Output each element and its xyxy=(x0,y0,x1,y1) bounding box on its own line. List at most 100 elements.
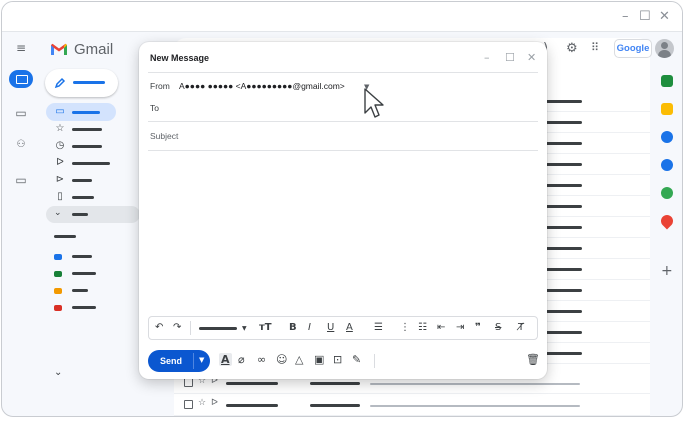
row-checkbox[interactable] xyxy=(184,378,193,387)
emoji-icon[interactable]: ☺ xyxy=(276,353,287,366)
label-name-bar[interactable] xyxy=(72,289,88,292)
label-dot[interactable] xyxy=(54,305,62,311)
row-checkbox[interactable] xyxy=(184,400,193,409)
settings-icon[interactable]: ⚙ xyxy=(566,41,578,56)
nav-item-more[interactable]: ⌄ xyxy=(46,206,140,223)
label-name-bar[interactable] xyxy=(72,255,92,258)
bold-icon[interactable]: B xyxy=(289,322,297,333)
chevron-down-icon: ⌄ xyxy=(54,208,62,218)
label-dot[interactable] xyxy=(54,271,62,277)
app-name: Gmail xyxy=(74,41,114,58)
label-dot[interactable] xyxy=(54,288,62,294)
italic-icon[interactable]: I xyxy=(308,322,311,333)
align-icon[interactable]: ☰ xyxy=(374,322,383,333)
signature-icon[interactable]: ✎ xyxy=(352,353,361,366)
gmail-logo-icon xyxy=(51,43,67,55)
to-field[interactable] xyxy=(169,98,539,118)
snippet-bar xyxy=(546,100,582,103)
quote-icon[interactable]: ❞ xyxy=(475,322,481,333)
snippet-bar xyxy=(546,310,582,313)
label-name-bar[interactable] xyxy=(72,272,96,275)
sender-bar xyxy=(226,404,278,407)
calendar-icon[interactable] xyxy=(661,75,673,87)
strikethrough-icon[interactable]: S xyxy=(495,322,501,333)
contacts-icon[interactable] xyxy=(661,159,673,171)
font-select[interactable] xyxy=(199,327,237,330)
underline-icon[interactable]: U xyxy=(327,322,334,333)
tasks-icon[interactable] xyxy=(661,131,673,143)
text-size-icon[interactable]: тT xyxy=(259,322,272,333)
snippet-bar xyxy=(546,289,582,292)
trash-icon[interactable]: 🗑 xyxy=(526,353,540,366)
subject-bar xyxy=(310,404,360,407)
draft-icon: ▯ xyxy=(57,191,63,202)
add-addon-icon[interactable]: + xyxy=(661,263,673,279)
important-icon[interactable]: ᐅ xyxy=(211,398,218,408)
phone-icon[interactable] xyxy=(661,187,673,199)
compose-title: New Message xyxy=(150,53,210,63)
indent-less-icon[interactable]: ⇤ xyxy=(437,322,445,333)
label-dot[interactable] xyxy=(54,254,62,260)
font-caret-icon[interactable]: ▼ xyxy=(242,325,247,332)
schedule-send-icon[interactable]: ▼ xyxy=(199,356,204,364)
message-body[interactable] xyxy=(148,154,538,312)
clear-formatting-icon[interactable]: T̸ xyxy=(518,322,524,333)
spaces-icon[interactable]: ⚇ xyxy=(11,139,31,155)
star-icon[interactable]: ☆ xyxy=(198,398,206,408)
window-close-button[interactable]: ✕ xyxy=(659,9,670,24)
snippet-bar xyxy=(370,405,580,407)
meet-icon[interactable]: ▭ xyxy=(11,173,31,189)
link-icon[interactable]: ∞ xyxy=(257,353,266,366)
snippet-bar xyxy=(546,247,582,250)
title-bar: – ☐ ✕ xyxy=(2,2,682,32)
chat-icon[interactable]: ▭ xyxy=(11,106,31,122)
undo-icon[interactable]: ↶ xyxy=(155,322,163,333)
compose-button[interactable] xyxy=(45,69,118,97)
label-name-bar[interactable] xyxy=(72,306,96,309)
apps-grid-icon[interactable]: ⠿ xyxy=(591,41,599,54)
from-field[interactable]: A●●●● ●●●●● <A●●●●●●●●●@gmail.com> xyxy=(179,81,345,91)
avatar[interactable] xyxy=(655,39,674,58)
nav-label-bar xyxy=(72,196,94,199)
indent-more-icon[interactable]: ⇥ xyxy=(456,322,464,333)
maps-icon[interactable] xyxy=(658,212,676,230)
snippet-bar xyxy=(546,121,582,124)
nav-label-bar xyxy=(72,179,92,182)
subject-field[interactable]: Subject xyxy=(150,131,178,141)
inbox-icon: ▭ xyxy=(55,106,65,117)
formatting-options-icon[interactable]: A xyxy=(219,353,232,366)
text-color-icon[interactable]: A xyxy=(346,322,353,333)
snippet-bar xyxy=(546,331,582,334)
compose-label-bar xyxy=(73,81,105,84)
send-label: Send xyxy=(160,356,183,366)
popout-icon[interactable]: ☐ xyxy=(505,51,515,64)
left-rail: ≡ ▭ ⚇ ▭ xyxy=(2,32,40,416)
drive-icon[interactable]: △ xyxy=(295,353,303,366)
compose-dialog: New Message – ☐ ✕ From A●●●● ●●●●● <A●●●… xyxy=(139,42,547,379)
browser-window: – ☐ ✕ ≡ ▭ ⚇ ▭ Gmail ▭ ☆ ◷ ᐅ ⊳ ▯ ⌄ ⌄ ☆ ᐅ … xyxy=(1,1,683,417)
window-maximize-button[interactable]: ☐ xyxy=(639,9,651,24)
numbered-list-icon[interactable]: ⋮ xyxy=(400,322,410,333)
send-divider xyxy=(193,353,194,369)
mail-icon[interactable] xyxy=(9,70,33,88)
bulleted-list-icon[interactable]: ☷ xyxy=(418,322,427,333)
toolbar-divider xyxy=(190,321,191,335)
google-wordmark: Google xyxy=(616,43,650,54)
nav-label-bar xyxy=(72,111,100,114)
lock-icon[interactable]: ⊡ xyxy=(333,353,342,366)
photo-icon[interactable]: ▣ xyxy=(314,353,324,366)
clock-icon: ◷ xyxy=(55,140,65,151)
table-row[interactable]: ☆ ᐅ xyxy=(174,395,650,416)
google-account-badge[interactable]: Google xyxy=(614,39,652,58)
minimize-icon[interactable]: – xyxy=(484,51,490,64)
nav-label-bar xyxy=(72,213,88,216)
close-icon[interactable]: ✕ xyxy=(527,51,536,64)
expand-chevron-icon[interactable]: ⌄ xyxy=(54,367,62,378)
snippet-bar xyxy=(546,268,582,271)
attach-icon[interactable]: ⌀ xyxy=(238,353,245,366)
send-button[interactable]: Send ▼ xyxy=(148,350,210,372)
redo-icon[interactable]: ↷ xyxy=(173,322,181,333)
keep-icon[interactable] xyxy=(661,103,673,115)
window-minimize-button[interactable]: – xyxy=(622,9,629,24)
hamburger-icon[interactable]: ≡ xyxy=(11,41,31,57)
